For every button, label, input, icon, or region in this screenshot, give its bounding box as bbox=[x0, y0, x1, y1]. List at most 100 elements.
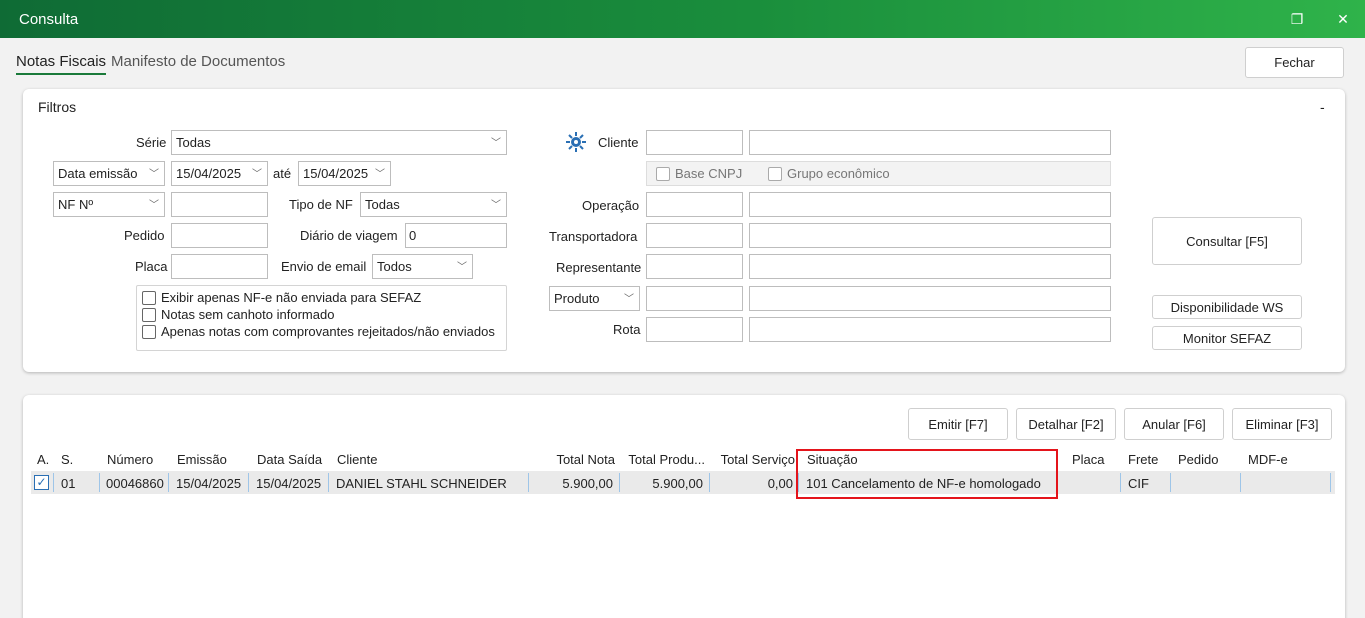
cell-cliente: DANIEL STAHL SCHNEIDER bbox=[336, 476, 507, 491]
rota-code-input[interactable] bbox=[646, 317, 743, 342]
col-emissao[interactable]: Emissão bbox=[177, 452, 227, 467]
checkbox-box[interactable] bbox=[142, 290, 156, 305]
tipo-nf-label: Tipo de NF bbox=[289, 197, 353, 212]
checkbox-box[interactable] bbox=[142, 307, 156, 322]
col-frete[interactable]: Frete bbox=[1128, 452, 1158, 467]
date-from-select[interactable]: 15/04/2025 ﹀ bbox=[171, 161, 268, 186]
chevron-down-icon: ﹀ bbox=[252, 169, 262, 180]
cell-frete: CIF bbox=[1128, 476, 1149, 491]
col-numero[interactable]: Número bbox=[107, 452, 153, 467]
produto-name-input[interactable] bbox=[749, 286, 1111, 311]
cell-serie: 01 bbox=[61, 476, 76, 491]
checkbox-nfe-nao-enviada[interactable]: Exibir apenas NF-e não enviada para SEFA… bbox=[142, 290, 421, 305]
checkbox-box[interactable] bbox=[142, 324, 156, 339]
transportadora-name-input[interactable] bbox=[749, 223, 1111, 248]
pedido-label: Pedido bbox=[124, 228, 165, 243]
checkbox-sem-canhoto[interactable]: Notas sem canhoto informado bbox=[142, 307, 334, 322]
col-cliente[interactable]: Cliente bbox=[337, 452, 377, 467]
cell-divider bbox=[619, 473, 620, 492]
col-total-servico[interactable]: Total Serviço bbox=[711, 452, 795, 467]
chevron-down-icon: ﹀ bbox=[149, 169, 159, 180]
representante-name-input[interactable] bbox=[749, 254, 1111, 279]
col-total-produtos[interactable]: Total Produ... bbox=[621, 452, 705, 467]
operacao-name-input[interactable] bbox=[749, 192, 1111, 217]
window-title: Consulta bbox=[19, 11, 79, 28]
tipo-nf-select[interactable]: Todas ﹀ bbox=[360, 192, 507, 217]
checkbox-grupo-economico[interactable]: Grupo econômico bbox=[768, 166, 890, 181]
produto-value: Produto bbox=[554, 291, 600, 306]
checkbox-comprovantes-rejeitados[interactable]: Apenas notas com comprovantes rejeitados… bbox=[142, 324, 495, 339]
chevron-down-icon: ﹀ bbox=[457, 262, 467, 273]
col-placa[interactable]: Placa bbox=[1072, 452, 1105, 467]
table-row[interactable]: ✓ 01 00046860 15/04/2025 15/04/2025 DANI… bbox=[31, 471, 1335, 494]
rota-label: Rota bbox=[613, 322, 641, 337]
nf-number-input[interactable] bbox=[171, 192, 268, 217]
transportadora-label: Transportadora bbox=[549, 229, 638, 244]
emitir-button[interactable]: Emitir [F7] bbox=[908, 408, 1008, 440]
eliminar-button[interactable]: Eliminar [F3] bbox=[1232, 408, 1332, 440]
fechar-button[interactable]: Fechar bbox=[1245, 47, 1344, 78]
cliente-code-input[interactable] bbox=[646, 130, 743, 155]
col-data-saida[interactable]: Data Saída bbox=[257, 452, 322, 467]
date-to-select[interactable]: 15/04/2025 ﹀ bbox=[298, 161, 391, 186]
cell-divider bbox=[53, 473, 54, 492]
representante-code-input[interactable] bbox=[646, 254, 743, 279]
cell-divider bbox=[99, 473, 100, 492]
cell-divider bbox=[1330, 473, 1331, 492]
ate-label: até bbox=[273, 166, 292, 181]
checkbox-label: Notas sem canhoto informado bbox=[161, 307, 335, 322]
pedido-input[interactable] bbox=[171, 223, 268, 248]
produto-code-input[interactable] bbox=[646, 286, 743, 311]
cliente-label: Cliente bbox=[598, 135, 639, 150]
tab-manifesto-documentos[interactable]: Manifesto de Documentos bbox=[111, 53, 285, 70]
col-mdfe[interactable]: MDF-e bbox=[1248, 452, 1288, 467]
diario-viagem-input[interactable]: 0 bbox=[405, 223, 507, 248]
serie-value: Todas bbox=[176, 135, 211, 150]
produto-select[interactable]: Produto ﹀ bbox=[549, 286, 640, 311]
row-checkbox-check-icon[interactable]: ✓ bbox=[34, 475, 49, 490]
col-a[interactable]: A. bbox=[37, 452, 49, 467]
serie-label: Série bbox=[136, 135, 167, 150]
date-type-value: Data emissão bbox=[58, 166, 138, 181]
placa-input[interactable] bbox=[171, 254, 268, 279]
checkbox-label: Apenas notas com comprovantes rejeitados… bbox=[161, 324, 495, 339]
rota-name-input[interactable] bbox=[749, 317, 1111, 342]
date-to-value: 15/04/2025 bbox=[303, 166, 369, 181]
checkbox-box[interactable] bbox=[656, 166, 670, 181]
checkbox-box[interactable] bbox=[768, 166, 782, 181]
situacao-highlight-box bbox=[796, 449, 1058, 499]
restore-icon[interactable]: ❐ bbox=[1287, 9, 1307, 29]
cell-divider bbox=[328, 473, 329, 492]
chevron-down-icon: ﹀ bbox=[624, 294, 634, 305]
serie-select[interactable]: Todas ﹀ bbox=[171, 130, 507, 155]
representante-label: Representante bbox=[556, 260, 642, 275]
chevron-down-icon: ﹀ bbox=[491, 200, 501, 211]
col-total-nota[interactable]: Total Nota bbox=[531, 452, 615, 467]
date-type-select[interactable]: Data emissão ﹀ bbox=[53, 161, 165, 186]
envio-email-select[interactable]: Todos ﹀ bbox=[372, 254, 473, 279]
cell-divider bbox=[1120, 473, 1121, 492]
cell-divider bbox=[1170, 473, 1171, 492]
diario-viagem-label: Diário de viagem bbox=[300, 228, 398, 243]
cliente-name-input[interactable] bbox=[749, 130, 1111, 155]
anular-button[interactable]: Anular [F6] bbox=[1124, 408, 1224, 440]
grid-header: A. S. Número Emissão Data Saída Cliente … bbox=[31, 447, 1335, 471]
detalhar-button[interactable]: Detalhar [F2] bbox=[1016, 408, 1116, 440]
collapse-icon[interactable]: - bbox=[1320, 99, 1325, 115]
nf-type-select[interactable]: NF Nº ﹀ bbox=[53, 192, 165, 217]
cliente-network-icon[interactable] bbox=[565, 131, 587, 153]
col-serie[interactable]: S. bbox=[61, 452, 73, 467]
checkbox-label: Exibir apenas NF-e não enviada para SEFA… bbox=[161, 290, 422, 305]
operacao-code-input[interactable] bbox=[646, 192, 743, 217]
tab-notas-fiscais[interactable]: Notas Fiscais bbox=[16, 53, 107, 75]
transportadora-code-input[interactable] bbox=[646, 223, 743, 248]
col-pedido[interactable]: Pedido bbox=[1178, 452, 1218, 467]
monitor-sefaz-button[interactable]: Monitor SEFAZ bbox=[1152, 326, 1302, 350]
checkbox-base-cnpj[interactable]: Base CNPJ bbox=[656, 166, 742, 181]
close-icon[interactable]: ✕ bbox=[1333, 9, 1353, 29]
cell-total-produtos: 5.900,00 bbox=[652, 476, 703, 491]
cell-data-saida: 15/04/2025 bbox=[256, 476, 322, 491]
disponibilidade-ws-button[interactable]: Disponibilidade WS bbox=[1152, 295, 1302, 319]
filters-title: Filtros bbox=[38, 99, 77, 115]
consultar-button[interactable]: Consultar [F5] bbox=[1152, 217, 1302, 265]
